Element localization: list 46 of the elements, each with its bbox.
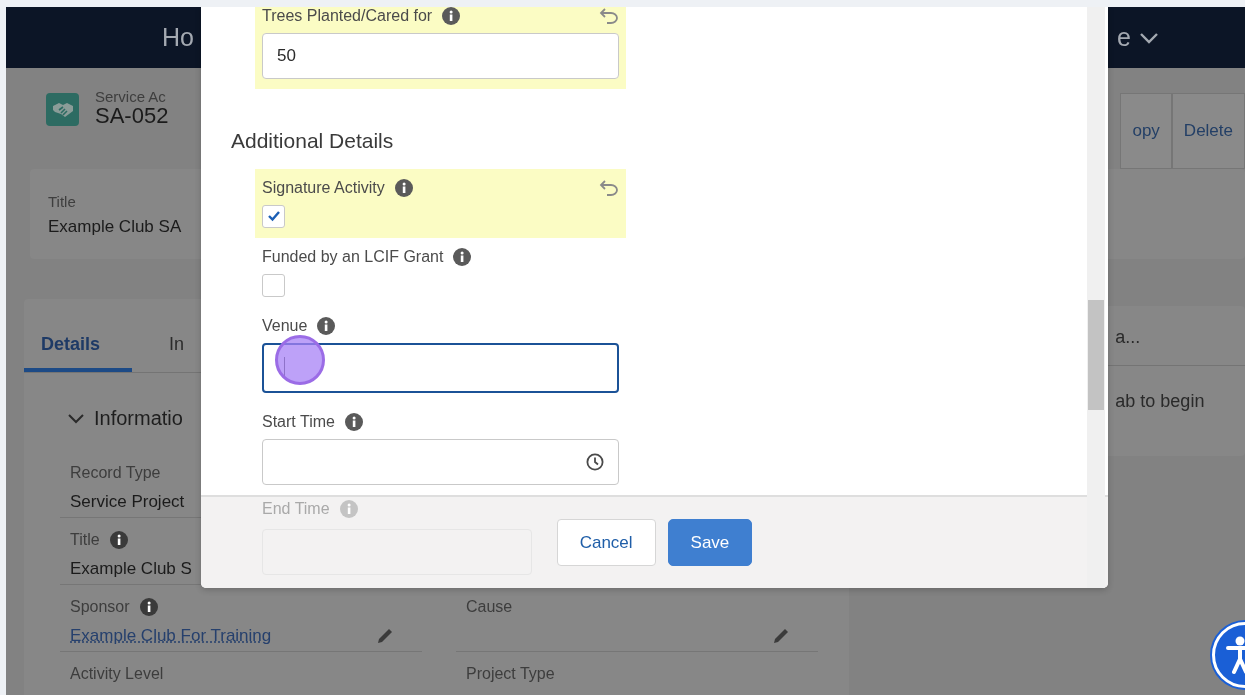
field-value: Example Club S [70, 558, 192, 580]
checkmark-icon [266, 210, 281, 222]
record-link[interactable]: Example Club For Training [70, 623, 272, 649]
record-name: SA-052 [95, 104, 169, 129]
action-button[interactable]: opy [1120, 93, 1172, 169]
navigation-menu-label[interactable]: e [1117, 18, 1131, 57]
section-title[interactable]: Informatio [94, 403, 183, 433]
field-label: Sponsor [70, 597, 130, 617]
object-type-label: Service Ac [95, 89, 167, 104]
scrollbar-thumb[interactable] [1088, 300, 1104, 410]
app-title: Ho [162, 21, 194, 53]
tab[interactable]: a... [1115, 327, 1141, 347]
field-label: Signature Activity [262, 177, 385, 198]
field-label: Title [48, 192, 76, 212]
field-label: Cause [466, 597, 513, 617]
field-label: Record Type [70, 463, 161, 483]
field-value: Example Club SA [48, 215, 182, 238]
undo-icon[interactable] [599, 178, 619, 197]
field-value: Service Project [70, 491, 185, 513]
field-label: Title [70, 530, 100, 550]
time-input-field[interactable] [262, 438, 619, 485]
undo-icon[interactable] [599, 7, 619, 25]
section-heading: Additional Details [231, 128, 395, 154]
field-label: End Time [262, 499, 330, 519]
checkbox[interactable] [262, 273, 285, 297]
save-button[interactable]: Save [667, 518, 753, 567]
field-label: Start Time [262, 411, 335, 432]
record-type-icon [46, 93, 79, 126]
field-label: Trees Planted/Cared for [262, 7, 433, 26]
field-label: Venue [262, 315, 308, 336]
action-button[interactable]: Delete [1171, 93, 1245, 169]
checkbox[interactable] [262, 204, 285, 228]
edit-pencil-icon[interactable] [772, 626, 790, 645]
field-label: Funded by an LCIF Grant [262, 246, 444, 267]
field-label: Activity Level [70, 664, 164, 684]
tab[interactable]: In [152, 331, 201, 372]
chevron-down-icon [1139, 31, 1159, 44]
tab[interactable]: Details [24, 331, 132, 372]
input-field[interactable] [262, 342, 619, 393]
clock-icon [586, 452, 604, 471]
input-field[interactable]: 50 [262, 33, 619, 79]
cancel-button[interactable]: Cancel [556, 518, 656, 567]
scrollbar[interactable] [1087, 7, 1105, 588]
field-label: Project Type [466, 664, 555, 684]
empty-state-message: ab to begin [1115, 391, 1205, 411]
edit-pencil-icon[interactable] [376, 626, 394, 645]
